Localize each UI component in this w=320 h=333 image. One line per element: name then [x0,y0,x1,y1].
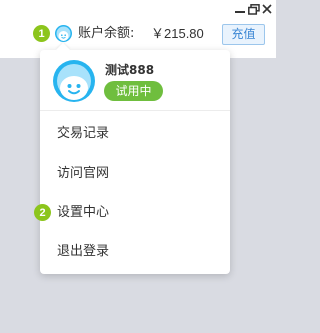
menu-item-official-site[interactable]: 访问官网 [40,159,230,189]
divider [40,110,230,111]
recharge-button[interactable]: 充值 [222,24,265,45]
menu-item-transactions[interactable]: 交易记录 [40,119,230,149]
menu-item-settings[interactable]: 设置中心 [40,198,230,228]
balance-value: ￥215.80 [151,26,204,41]
step-badge-1: 1 [33,25,50,42]
profile-avatar-icon [53,60,95,102]
username: 测试888 [105,63,155,77]
balance-label: 账户余额: [78,26,135,41]
step-badge-2: 2 [34,204,51,221]
user-avatar-icon[interactable] [55,25,72,42]
close-icon[interactable] [259,2,275,16]
menu-item-logout[interactable]: 退出登录 [40,237,230,267]
trial-status-badge: 试用中 [104,81,163,101]
